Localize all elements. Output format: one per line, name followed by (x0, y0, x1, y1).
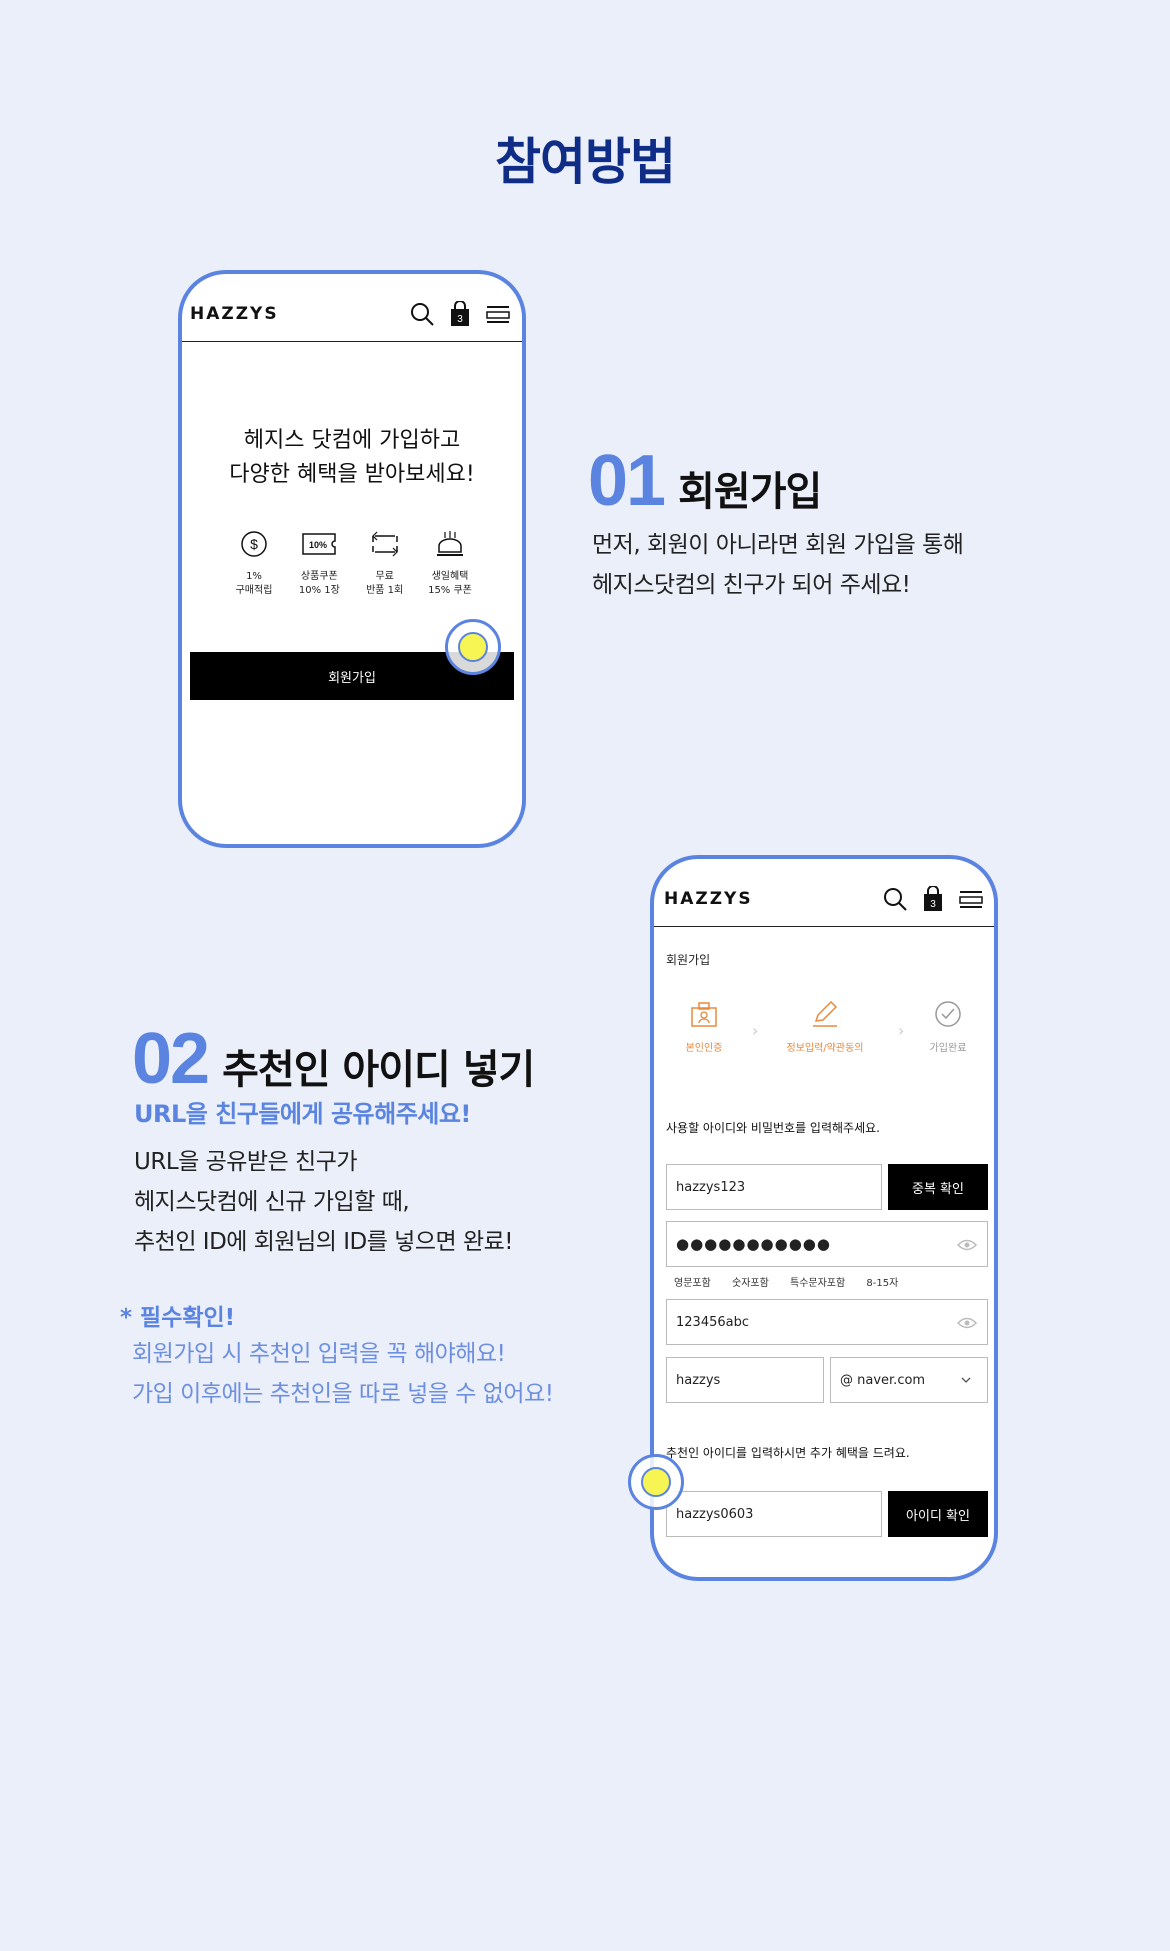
form-instruction: 사용할 아이디와 비밀번호를 입력해주세요. (666, 1121, 880, 1135)
step2-description: URL을 공유받은 친구가 헤지스닷컴에 신규 가입할 때, 추천인 ID에 회… (134, 1149, 514, 1255)
phone-mockup-signup: HAZZYS 3 헤지스 닷컴에 가입하고 다양한 혜택을 받아보세요! $ 1… (178, 270, 526, 848)
shopping-bag-icon[interactable]: 3 (920, 886, 946, 912)
chevron-down-icon (961, 1377, 971, 1383)
chevron-right-icon: › (898, 1021, 905, 1040)
required-check-title: * 필수확인! (120, 1305, 236, 1331)
email-local-input[interactable]: hazzys (666, 1357, 824, 1403)
cart-count: 3 (457, 314, 463, 325)
check-circle-icon (935, 1001, 961, 1027)
brand-logo[interactable]: HAZZYS (190, 304, 279, 324)
benefit-list: $ 1% 구매적립 10% 상품쿠폰 10% 1장 무료 반품 1회 생일혜택 … (222, 530, 482, 598)
id-card-icon (691, 1002, 717, 1027)
step2-subtitle: URL을 친구들에게 공유해주세요! (134, 1100, 471, 1128)
password-rules: 영문포함 숫자포함 특수문자포함 8-15자 (674, 1278, 899, 1289)
signup-headline: 헤지스 닷컴에 가입하고 다양한 혜택을 받아보세요! (229, 428, 475, 487)
coupon-ticket-icon: 10% (302, 533, 337, 555)
id-input[interactable]: hazzys123 (666, 1164, 882, 1210)
birthday-cake-icon (436, 531, 463, 556)
required-check-description: 회원가입 시 추천인 입력을 꼭 해야해요! 가입 이후에는 추천인을 따로 넣… (132, 1341, 554, 1407)
phone-header: HAZZYS 3 (182, 274, 522, 342)
step2-number: 02 (132, 1019, 210, 1099)
menu-icon[interactable] (958, 886, 984, 912)
svg-text:$: $ (250, 536, 258, 552)
step1-heading: 01 회원가입 (588, 440, 822, 522)
chevron-right-icon: › (752, 1021, 759, 1040)
shopping-bag-icon[interactable]: 3 (447, 301, 473, 327)
email-domain-select[interactable]: @ naver.com (830, 1357, 988, 1403)
search-icon[interactable] (882, 886, 908, 912)
step-complete: 가입완료 (916, 999, 980, 1054)
step1-description: 먼저, 회원이 아니라면 회원 가입을 통해 헤지스닷컴의 친구가 되어 주세요… (592, 532, 964, 598)
password-input[interactable]: ●●●●●●●●●●● (666, 1221, 988, 1267)
menu-icon[interactable] (485, 301, 511, 327)
eye-icon[interactable] (957, 1316, 977, 1330)
step1-number: 01 (588, 441, 666, 521)
step2-heading: 02 추천인 아이디 넣기 (132, 1018, 535, 1100)
id-check-button[interactable]: 아이디 확인 (888, 1491, 988, 1537)
page-label: 회원가입 (666, 953, 711, 967)
benefit-item: 10% 상품쿠폰 10% 1장 (287, 530, 351, 598)
return-box-icon (371, 531, 398, 557)
brand-logo[interactable]: HAZZYS (664, 889, 753, 909)
dollar-coin-icon: $ (241, 531, 267, 557)
benefit-item: 생일혜택 15% 쿠폰 (418, 530, 482, 598)
signup-progress: 본인인증 › 정보입력/약관동의 › 가입완료 (666, 999, 982, 1069)
tap-indicator (628, 1454, 684, 1510)
benefit-item: 무료 반품 1회 (353, 530, 417, 598)
step1-title: 회원가입 (678, 469, 822, 515)
svg-text:10%: 10% (309, 540, 327, 550)
search-icon[interactable] (409, 301, 435, 327)
duplicate-check-button[interactable]: 중복 확인 (888, 1164, 988, 1210)
eye-icon[interactable] (957, 1238, 977, 1252)
recommender-id-input[interactable]: hazzys0603 (666, 1491, 882, 1537)
phone-mockup-signup-form: HAZZYS 3 회원가입 본인인증 › 정보입력/약관동의 › 가입완료 사용… (650, 855, 998, 1581)
pencil-icon (813, 1000, 838, 1027)
password-confirm-input[interactable]: 123456abc (666, 1299, 988, 1345)
phone-header: HAZZYS 3 (654, 859, 994, 927)
benefit-item: $ 1% 구매적립 (222, 530, 286, 598)
cart-count: 3 (930, 899, 936, 910)
step-identity: 본인인증 (674, 999, 734, 1054)
step-info-input: 정보입력/약관동의 (770, 999, 880, 1054)
tap-indicator (445, 619, 501, 675)
page-title: 참여방법 (495, 133, 676, 191)
recommender-info: 추천인 아이디를 입력하시면 추가 혜택을 드려요. (666, 1446, 910, 1460)
step2-title: 추천인 아이디 넣기 (222, 1047, 535, 1093)
